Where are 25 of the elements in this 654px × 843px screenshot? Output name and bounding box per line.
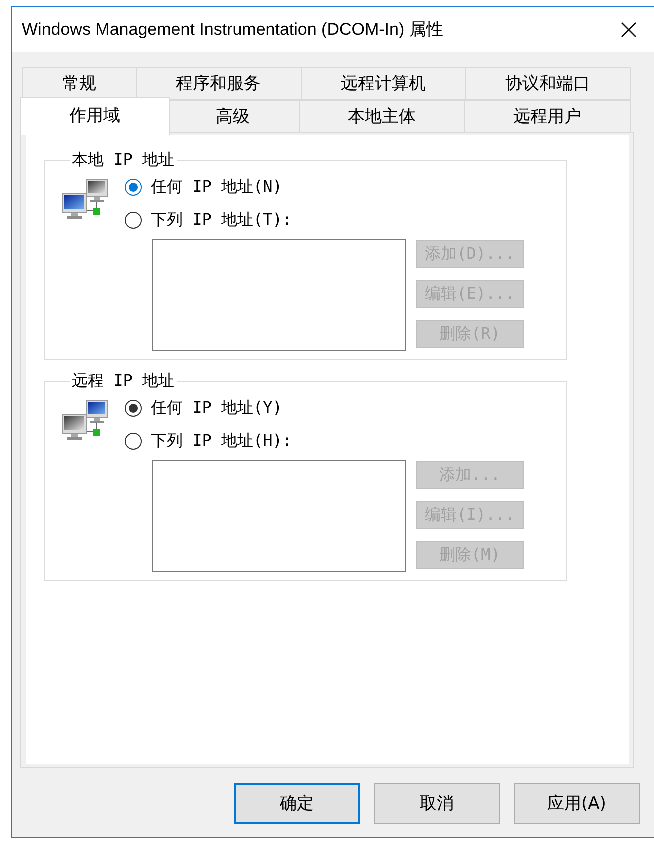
group-title: 本地 IP 地址 [71, 150, 176, 171]
tab[interactable]: 远程用户 [464, 100, 631, 132]
dialog-button[interactable]: 确定 [234, 783, 360, 824]
radio-button[interactable] [125, 212, 142, 229]
radio-button[interactable] [125, 179, 142, 196]
tab[interactable]: 作用域 [20, 97, 170, 135]
network-computers-icon [62, 179, 108, 221]
radio-label[interactable]: 下列 IP 地址(T): [151, 210, 292, 231]
radio-label[interactable]: 任何 IP 地址(N) [151, 177, 282, 198]
network-computers-icon [62, 400, 108, 442]
ip-list-box[interactable] [152, 239, 406, 351]
ip-list-box[interactable] [152, 460, 406, 572]
tab[interactable]: 远程计算机 [300, 67, 466, 100]
tab[interactable]: 程序和服务 [136, 67, 302, 100]
radio-label[interactable]: 下列 IP 地址(H): [151, 431, 292, 452]
window-title: Windows Management Instrumentation (DCOM-In) 属性 [22, 19, 444, 41]
dialog-button[interactable]: 应用(A) [514, 783, 640, 824]
tab[interactable]: 协议和端口 [465, 67, 631, 100]
group-title: 远程 IP 地址 [71, 371, 176, 392]
tab[interactable]: 常规 [22, 67, 137, 100]
radio-label[interactable]: 任何 IP 地址(Y) [151, 398, 282, 419]
dialog-button[interactable]: 取消 [374, 783, 500, 824]
radio-button[interactable] [125, 400, 142, 417]
radio-button[interactable] [125, 433, 142, 450]
close-icon[interactable] [621, 22, 637, 38]
